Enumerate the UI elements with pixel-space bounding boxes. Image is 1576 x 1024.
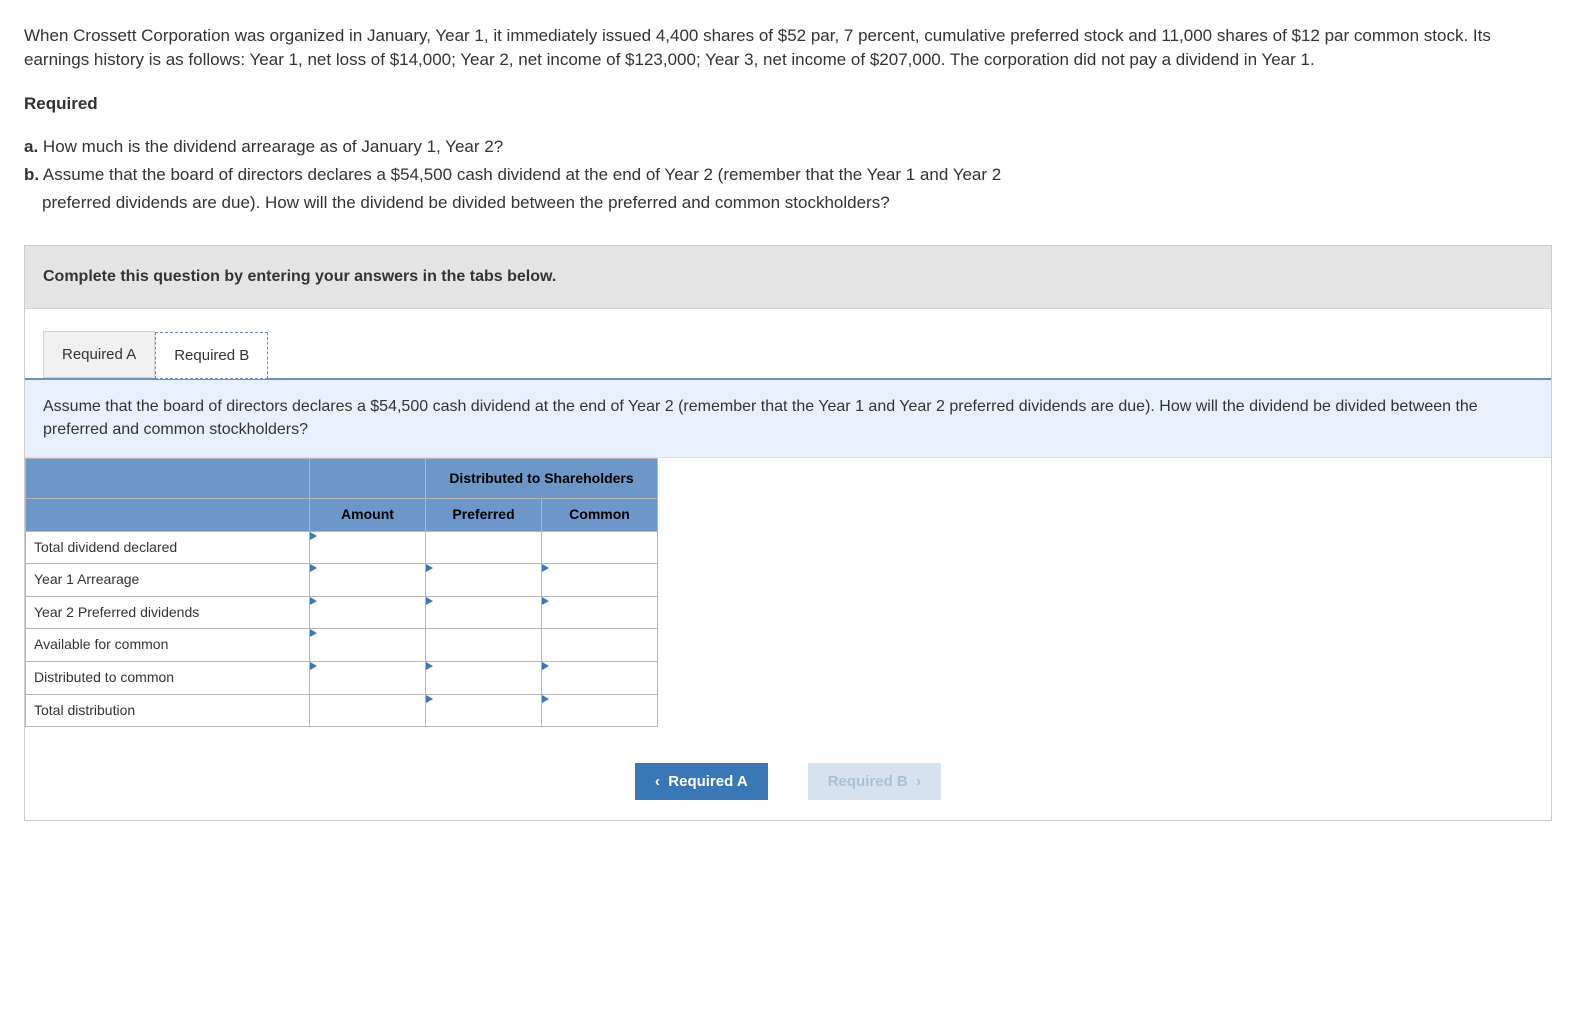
answer-table: Distributed to Shareholders Amount Prefe… (25, 458, 658, 727)
chevron-left-icon: ‹ (655, 773, 660, 790)
cell-r1-common (542, 531, 658, 564)
input-r2-amount[interactable] (310, 564, 426, 597)
chevron-right-icon: › (916, 773, 921, 790)
row-total-declared: Total dividend declared (26, 531, 310, 564)
tab-bar: Required A Required B (25, 309, 1551, 378)
cell-r1-preferred (426, 531, 542, 564)
row-total-distribution: Total distribution (26, 694, 310, 727)
input-r5-amount[interactable] (310, 661, 426, 694)
required-heading: Required (24, 92, 1552, 116)
tab-panel-prompt: Assume that the board of directors decla… (25, 378, 1551, 458)
prev-button-label: Required A (668, 773, 747, 790)
problem-statement: When Crossett Corporation was organized … (24, 24, 1552, 72)
input-r5-common[interactable] (542, 661, 658, 694)
answer-container: Complete this question by entering your … (24, 245, 1552, 821)
prev-button[interactable]: ‹ Required A (635, 763, 768, 800)
input-r6-common[interactable] (542, 694, 658, 727)
header-distributed: Distributed to Shareholders (426, 458, 658, 498)
req-a-label: a. (24, 137, 38, 156)
input-r4-amount[interactable] (310, 629, 426, 662)
header-common: Common (542, 498, 658, 531)
header-amount-top (310, 458, 426, 498)
answer-table-wrap: Distributed to Shareholders Amount Prefe… (25, 458, 1551, 747)
next-button[interactable]: Required B › (808, 763, 941, 800)
req-a-text: How much is the dividend arrearage as of… (43, 137, 503, 156)
header-blank-2 (26, 498, 310, 531)
input-r6-preferred[interactable] (426, 694, 542, 727)
row-available-common: Available for common (26, 629, 310, 662)
header-amount: Amount (310, 498, 426, 531)
instruction-banner: Complete this question by entering your … (25, 246, 1551, 309)
input-r2-preferred[interactable] (426, 564, 542, 597)
input-r3-preferred[interactable] (426, 596, 542, 629)
req-b-text-1: Assume that the board of directors decla… (43, 165, 1001, 184)
next-button-label: Required B (828, 773, 908, 790)
nav-button-row: ‹ Required A Required B › (25, 747, 1551, 820)
header-blank (26, 458, 310, 498)
row-year2-preferred: Year 2 Preferred dividends (26, 596, 310, 629)
input-r3-common[interactable] (542, 596, 658, 629)
header-preferred: Preferred (426, 498, 542, 531)
requirements-list: a. How much is the dividend arrearage as… (24, 135, 1552, 214)
row-year1-arrearage: Year 1 Arrearage (26, 564, 310, 597)
input-r1-amount[interactable] (310, 531, 426, 564)
cell-r6-amount (310, 694, 426, 727)
tab-required-a[interactable]: Required A (43, 331, 155, 378)
input-r2-common[interactable] (542, 564, 658, 597)
row-distributed-common: Distributed to common (26, 661, 310, 694)
req-b-label: b. (24, 165, 39, 184)
input-r5-preferred[interactable] (426, 661, 542, 694)
cell-r4-common (542, 629, 658, 662)
req-b-text-2: preferred dividends are due). How will t… (42, 193, 890, 212)
input-r3-amount[interactable] (310, 596, 426, 629)
cell-r4-preferred (426, 629, 542, 662)
tab-required-b[interactable]: Required B (155, 332, 268, 379)
